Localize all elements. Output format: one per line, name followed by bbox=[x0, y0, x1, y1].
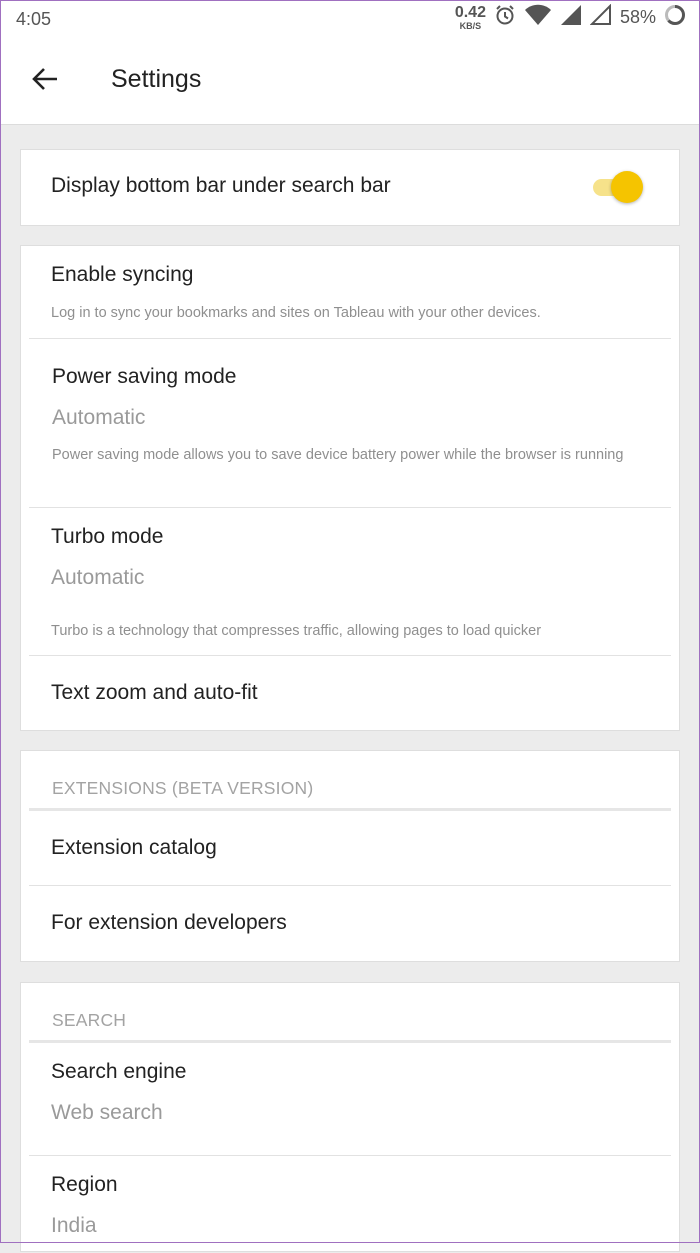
text-zoom-setting[interactable]: Text zoom and auto-fit bbox=[21, 656, 679, 730]
region-value: India bbox=[51, 1214, 97, 1237]
bottom-bar-setting[interactable]: Display bottom bar under search bar bbox=[21, 150, 679, 225]
cell-signal-empty-icon bbox=[589, 3, 612, 31]
search-engine-title: Search engine bbox=[51, 1060, 187, 1083]
status-icons: 0.42 KB/S 58% bbox=[454, 3, 686, 31]
network-speed: 0.42 KB/S bbox=[454, 3, 486, 31]
bottom-bar-label: Display bottom bar under search bar bbox=[51, 174, 391, 197]
toggle-thumb bbox=[611, 171, 643, 203]
status-time: 4:05 bbox=[16, 9, 52, 29]
back-button[interactable] bbox=[28, 62, 62, 96]
wifi-icon bbox=[524, 4, 552, 31]
power-saving-title: Power saving mode bbox=[52, 365, 237, 388]
extension-catalog-label: Extension catalog bbox=[51, 836, 217, 859]
turbo-title: Turbo mode bbox=[51, 525, 164, 548]
power-saving-value: Automatic bbox=[52, 406, 146, 429]
arrow-back-icon bbox=[32, 68, 57, 90]
network-speed-unit: KB/S bbox=[459, 20, 482, 31]
battery-percent: 58% bbox=[619, 7, 656, 27]
search-engine-setting[interactable]: Search engine Web search bbox=[21, 1043, 679, 1156]
battery-icon bbox=[664, 4, 686, 31]
extension-developers-item[interactable]: For extension developers bbox=[21, 886, 679, 961]
general-card: Enable syncing Log in to sync your bookm… bbox=[20, 245, 680, 731]
search-header: SEARCH bbox=[21, 983, 679, 1043]
page-title: Settings bbox=[111, 65, 202, 93]
extension-catalog-item[interactable]: Extension catalog bbox=[21, 811, 679, 886]
alarm-icon bbox=[494, 4, 516, 31]
extensions-header-label: EXTENSIONS (BETA VERSION) bbox=[52, 778, 314, 798]
power-saving-description: Power saving mode allows you to save dev… bbox=[52, 447, 624, 463]
sync-setting[interactable]: Enable syncing Log in to sync your bookm… bbox=[21, 246, 679, 339]
region-title: Region bbox=[51, 1173, 118, 1196]
network-speed-value: 0.42 bbox=[454, 3, 486, 21]
turbo-description: Turbo is a technology that compresses tr… bbox=[51, 623, 542, 639]
sync-title: Enable syncing bbox=[51, 263, 194, 286]
search-engine-value: Web search bbox=[51, 1101, 163, 1124]
bottom-bar-toggle[interactable] bbox=[593, 171, 643, 203]
turbo-value: Automatic bbox=[51, 566, 145, 589]
status-bar: 4:05 0.42 KB/S 58% bbox=[0, 0, 700, 38]
extensions-header: EXTENSIONS (BETA VERSION) bbox=[21, 751, 679, 811]
extensions-card: EXTENSIONS (BETA VERSION) Extension cata… bbox=[20, 750, 680, 962]
search-card: SEARCH Search engine Web search Region I… bbox=[20, 982, 680, 1252]
power-saving-setting[interactable]: Power saving mode Automatic Power saving… bbox=[21, 339, 679, 508]
cell-signal-icon bbox=[560, 4, 582, 31]
sync-description: Log in to sync your bookmarks and sites … bbox=[51, 305, 541, 321]
extension-developers-label: For extension developers bbox=[51, 911, 287, 934]
region-setting[interactable]: Region India bbox=[21, 1156, 679, 1253]
text-zoom-title: Text zoom and auto-fit bbox=[51, 681, 258, 704]
search-header-label: SEARCH bbox=[52, 1010, 127, 1030]
display-card: Display bottom bar under search bar bbox=[20, 149, 680, 226]
app-bar: Settings bbox=[0, 38, 700, 125]
turbo-setting[interactable]: Turbo mode Automatic Turbo is a technolo… bbox=[21, 508, 679, 656]
